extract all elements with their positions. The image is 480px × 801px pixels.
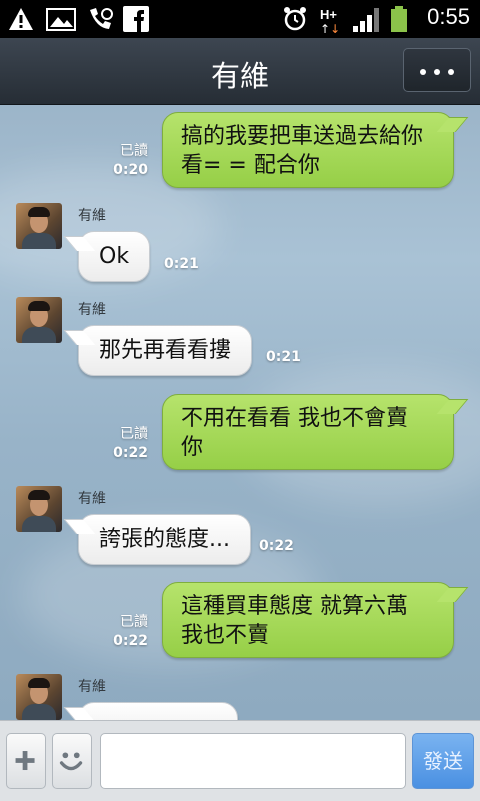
sender-name: 有維 [78, 679, 106, 695]
message-time: 0:22 [113, 445, 148, 461]
sender-name: 有維 [78, 491, 106, 507]
battery-icon [391, 6, 407, 32]
more-menu-button[interactable] [403, 48, 471, 92]
read-receipt: 已讀 [120, 426, 148, 442]
outgoing-message[interactable]: 這種買車態度 就算六萬 我也不賣 [162, 582, 454, 658]
message-line: 看= = 配合你 [181, 153, 320, 178]
message-line: 不用在看看 我也不會賣 [181, 406, 408, 431]
message-time: 0:21 [164, 256, 199, 272]
avatar[interactable] [16, 297, 62, 343]
emoji-button[interactable] [52, 733, 92, 789]
message-time: 0:22 [113, 633, 148, 649]
read-receipt: 已讀 [120, 614, 148, 630]
avatar[interactable] [16, 674, 62, 720]
avatar[interactable] [16, 203, 62, 249]
plus-icon [15, 751, 35, 771]
sender-name: 有維 [78, 208, 106, 224]
outgoing-message[interactable]: 不用在看看 我也不會賣 你 [162, 394, 454, 470]
message-meta: 已讀 0:20 [96, 142, 148, 180]
message-time: 0:20 [113, 162, 148, 178]
clock: 0:55 [427, 4, 470, 29]
chat-header: 有維 [0, 38, 480, 105]
facebook-icon [123, 6, 149, 32]
message-time: 0:22 [259, 538, 294, 554]
network-type-label: H+ [320, 7, 337, 22]
sender-name: 有維 [78, 302, 106, 318]
message-time: 0:21 [266, 349, 301, 365]
outgoing-message[interactable]: 搞的我要把車送過去給你 看= = 配合你 [162, 112, 454, 188]
send-button[interactable]: 發送 [412, 733, 474, 789]
gallery-icon [46, 8, 76, 31]
incoming-message[interactable]: Ok [78, 231, 151, 282]
message-line: 這種買車態度 就算六萬 [181, 594, 408, 619]
incoming-message[interactable]: 誇張的態度... [78, 514, 251, 565]
message-line: 我也不賣 [181, 623, 270, 648]
message-list[interactable]: 已讀 0:20 搞的我要把車送過去給你 看= = 配合你 有維 Ok 0:21 … [0, 105, 480, 720]
message-input[interactable] [100, 733, 406, 789]
incoming-message[interactable]: 那先再看看摟 [78, 325, 253, 376]
phone-sync-icon [90, 8, 113, 29]
signal-icon [353, 8, 379, 32]
read-receipt: 已讀 [120, 143, 148, 159]
alarm-icon [284, 7, 306, 31]
more-dots-icon [420, 69, 426, 75]
smiley-icon [59, 752, 83, 771]
incoming-message[interactable] [78, 702, 238, 720]
attach-button[interactable] [6, 733, 46, 789]
hspa-data-icon: H+ ↑↓ [320, 7, 341, 36]
message-meta: 已讀 0:22 [96, 425, 148, 463]
avatar[interactable] [16, 486, 62, 532]
message-meta: 已讀 0:22 [96, 613, 148, 651]
input-bar: 發送 [0, 720, 480, 801]
message-line: 你 [181, 435, 204, 460]
warning-icon [9, 8, 33, 30]
message-line: 搞的我要把車送過去給你 [181, 124, 424, 149]
status-bar: H+ ↑↓ 0:55 [0, 0, 480, 38]
